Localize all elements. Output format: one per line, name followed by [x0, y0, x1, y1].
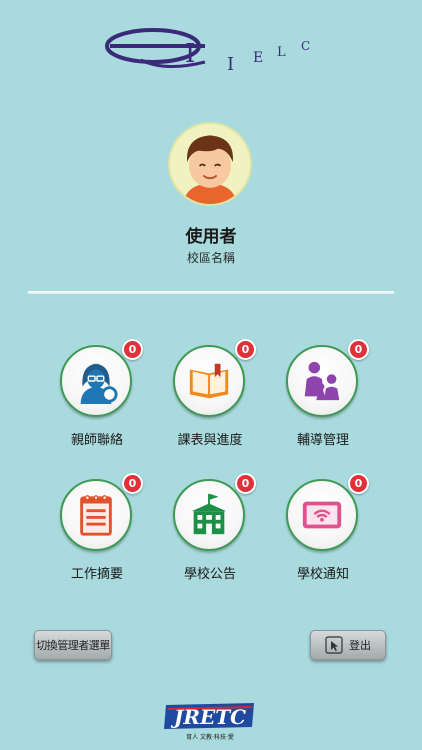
- tile-circle: [60, 345, 132, 417]
- tablet-wifi-icon: [302, 501, 342, 529]
- notification-badge: 0: [235, 473, 256, 494]
- notepad-icon: [80, 495, 112, 536]
- jretc-logo: JRETC 育人 文教·科技·愛: [164, 703, 254, 741]
- menu-parent-teacher-contact[interactable]: 0 親師聯絡: [42, 339, 152, 457]
- book-icon: [189, 363, 229, 399]
- ielc-logo: I I E L C: [105, 28, 310, 75]
- svg-text:C: C: [301, 39, 310, 53]
- svg-text:育人 文教·科技·愛: 育人 文教·科技·愛: [186, 733, 234, 741]
- school-name: 校區名稱: [186, 251, 235, 265]
- tile-circle: [60, 479, 132, 551]
- menu-work-summary[interactable]: 0 工作摘要: [42, 473, 152, 591]
- logout-button[interactable]: 登出: [310, 630, 386, 660]
- switch-admin-menu-button[interactable]: 切換管理者選單: [34, 630, 112, 660]
- menu-schedule-progress[interactable]: 0 課表與進度: [155, 339, 265, 457]
- boy-avatar-icon: [183, 135, 237, 204]
- svg-text:E: E: [253, 50, 263, 66]
- user-name: 使用者: [185, 227, 237, 247]
- menu-label: 工作摘要: [70, 567, 123, 582]
- notification-badge: 0: [348, 339, 369, 360]
- school-icon: [191, 493, 227, 535]
- menu-school-notice[interactable]: 0 學校通知: [268, 473, 378, 591]
- family-icon: [304, 361, 340, 401]
- avatar: [168, 122, 252, 206]
- svg-text:I: I: [185, 39, 195, 69]
- menu-label: 學校公告: [183, 567, 236, 582]
- menu-label: 親師聯絡: [70, 433, 123, 448]
- tile-circle: [173, 479, 245, 551]
- logout-label: 登出: [349, 639, 371, 652]
- notification-badge: 0: [348, 473, 369, 494]
- notification-badge: 0: [122, 473, 143, 494]
- tile-circle: [286, 345, 358, 417]
- menu-label: 學校通知: [296, 567, 349, 582]
- menu-school-announcement[interactable]: 0 學校公告: [155, 473, 265, 591]
- menu-label: 輔導管理: [296, 433, 349, 448]
- divider: [28, 291, 394, 293]
- tile-circle: [286, 479, 358, 551]
- notification-badge: 0: [122, 339, 143, 360]
- notification-badge: 0: [235, 339, 256, 360]
- teacher-icon: [80, 363, 118, 404]
- svg-text:I: I: [227, 54, 234, 75]
- tile-circle: [173, 345, 245, 417]
- menu-counseling-management[interactable]: 0 輔導管理: [268, 339, 378, 457]
- menu-label: 課表與進度: [177, 433, 243, 448]
- svg-text:L: L: [277, 45, 286, 60]
- cursor-icon: [325, 636, 343, 654]
